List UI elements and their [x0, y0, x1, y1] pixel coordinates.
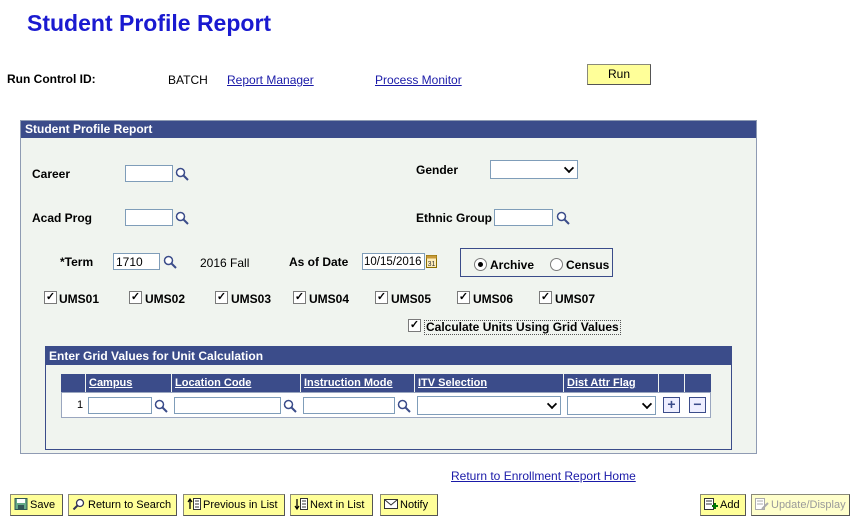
- update-display-icon: [755, 498, 769, 510]
- census-radio[interactable]: [550, 258, 563, 271]
- chevron-down-icon: [546, 398, 558, 410]
- return-enrollment-home-link[interactable]: Return to Enrollment Report Home: [451, 469, 636, 483]
- campus-input[interactable]: [88, 397, 152, 414]
- campus-lookup-icon[interactable]: [154, 399, 168, 413]
- ums06-label: UMS06: [473, 292, 514, 306]
- save-button[interactable]: Save: [10, 494, 63, 516]
- run-button[interactable]: Run: [587, 64, 651, 85]
- ums03-label: UMS03: [231, 292, 272, 306]
- previous-in-list-label: Previous in List: [203, 499, 278, 511]
- ums07-checkbox[interactable]: ✓: [539, 291, 552, 304]
- dist-attr-flag-select[interactable]: [567, 396, 656, 415]
- add-button[interactable]: Add: [700, 494, 746, 516]
- notify-button[interactable]: Notify: [380, 494, 438, 516]
- ums06-checkbox[interactable]: ✓: [457, 291, 470, 304]
- as-of-date-label: As of Date: [289, 255, 349, 269]
- panel-header: Student Profile Report: [21, 121, 756, 138]
- add-row-button[interactable]: +: [663, 397, 680, 413]
- gender-label: Gender: [416, 163, 459, 177]
- grid-col-delete-header: [685, 374, 711, 392]
- calc-units-label: Calculate Units Using Grid Values: [424, 320, 621, 335]
- chevron-down-icon: [641, 398, 653, 410]
- ums01-checkbox[interactable]: ✓: [44, 291, 57, 304]
- ums02-label: UMS02: [145, 292, 186, 306]
- page-title: Student Profile Report: [27, 10, 272, 36]
- ethnic-group-lookup-icon[interactable]: [556, 211, 570, 225]
- archive-radio[interactable]: [474, 258, 487, 271]
- ums05-label: UMS05: [391, 292, 432, 306]
- add-icon: [704, 498, 718, 510]
- itv-selection-select[interactable]: [417, 396, 561, 415]
- ums03-checkbox[interactable]: ✓: [215, 291, 228, 304]
- ums07-label: UMS07: [555, 292, 596, 306]
- search-icon: [72, 498, 85, 510]
- next-in-list-label: Next in List: [310, 499, 365, 511]
- run-control-value: BATCH: [168, 73, 208, 87]
- term-description: 2016 Fall: [200, 256, 250, 270]
- grid-col-dist-attr-flag[interactable]: Dist Attr Flag: [564, 374, 659, 392]
- grid-col-location-code[interactable]: Location Code: [172, 374, 301, 392]
- grid-col-itv-selection[interactable]: ITV Selection: [415, 374, 564, 392]
- career-lookup-icon[interactable]: [175, 167, 189, 181]
- archive-label: Archive: [490, 258, 535, 272]
- grid-header: Enter Grid Values for Unit Calculation: [46, 347, 731, 365]
- ethnic-group-input[interactable]: [494, 209, 553, 226]
- calc-units-checkbox[interactable]: ✓: [408, 319, 421, 332]
- process-monitor-link[interactable]: Process Monitor: [375, 73, 462, 87]
- svg-text:31: 31: [428, 261, 436, 268]
- ums04-label: UMS04: [309, 292, 350, 306]
- career-label: Career: [32, 167, 71, 181]
- previous-in-list-button[interactable]: Previous in List: [183, 494, 285, 516]
- row-number: 1: [77, 399, 84, 411]
- ums01-label: UMS01: [59, 292, 100, 306]
- census-label: Census: [566, 258, 610, 272]
- acad-prog-label: Acad Prog: [32, 211, 93, 225]
- acad-prog-input[interactable]: [125, 209, 173, 226]
- return-to-search-button[interactable]: Return to Search: [68, 494, 177, 516]
- update-display-button[interactable]: Update/Display: [751, 494, 850, 516]
- gender-select[interactable]: [490, 160, 578, 179]
- term-input[interactable]: [113, 253, 160, 270]
- as-of-date-input[interactable]: [362, 253, 425, 270]
- ums05-checkbox[interactable]: ✓: [375, 291, 388, 304]
- instruction-mode-input[interactable]: [303, 397, 395, 414]
- run-control-label: Run Control ID:: [7, 72, 96, 86]
- notify-label: Notify: [400, 499, 429, 511]
- save-icon: [14, 498, 28, 510]
- update-display-label: Update/Display: [771, 499, 846, 511]
- report-manager-link[interactable]: Report Manager: [227, 73, 314, 87]
- instruction-mode-lookup-icon[interactable]: [397, 399, 411, 413]
- next-list-icon: [294, 498, 308, 510]
- location-code-input[interactable]: [174, 397, 281, 414]
- grid-col-instruction-mode[interactable]: Instruction Mode: [301, 374, 415, 392]
- career-input[interactable]: [125, 165, 173, 182]
- location-code-lookup-icon[interactable]: [283, 399, 297, 413]
- gender-selected-value: [491, 162, 494, 176]
- chevron-down-icon: [563, 162, 575, 174]
- add-label: Add: [720, 499, 740, 511]
- previous-list-icon: [187, 498, 201, 510]
- save-label: Save: [30, 499, 56, 511]
- term-label: *Term: [60, 255, 94, 269]
- calendar-icon[interactable]: 31: [426, 254, 437, 268]
- notify-icon: [384, 499, 398, 509]
- next-in-list-button[interactable]: Next in List: [290, 494, 373, 516]
- return-to-search-label: Return to Search: [88, 499, 172, 511]
- ums02-checkbox[interactable]: ✓: [129, 291, 142, 304]
- ethnic-group-label: Ethnic Group: [416, 211, 492, 225]
- grid-col-campus[interactable]: Campus: [86, 374, 172, 392]
- ums04-checkbox[interactable]: ✓: [293, 291, 306, 304]
- term-lookup-icon[interactable]: [163, 255, 177, 269]
- grid-rownum-header: [61, 374, 86, 392]
- acad-prog-lookup-icon[interactable]: [175, 211, 189, 225]
- delete-row-button[interactable]: −: [689, 397, 706, 413]
- grid-col-add-header: [659, 374, 685, 392]
